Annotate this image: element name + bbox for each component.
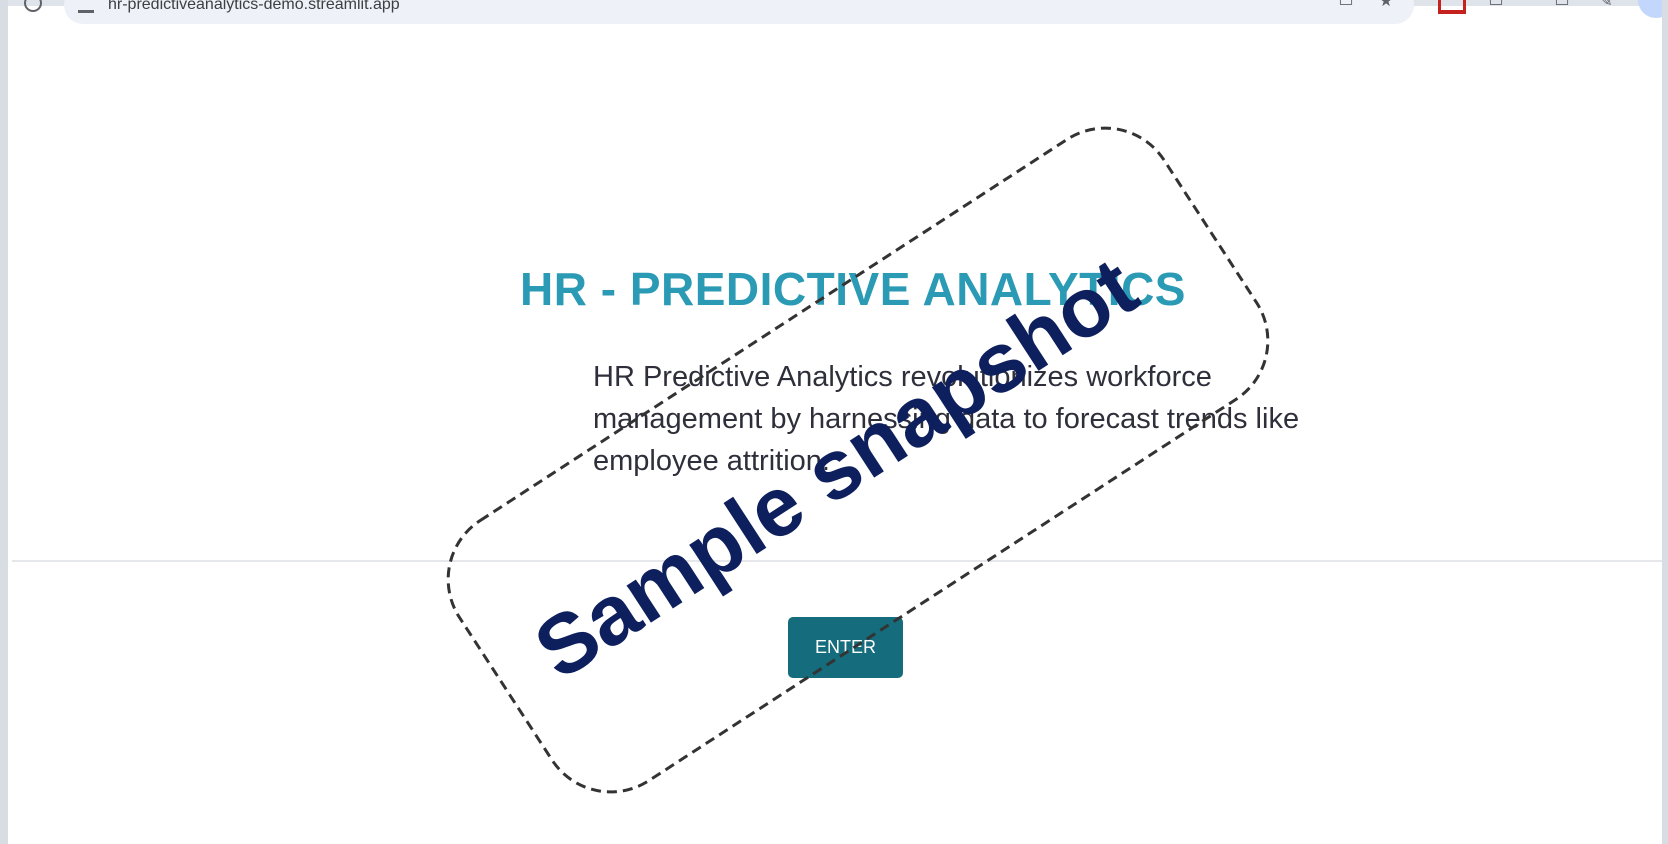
site-info-icon[interactable] <box>78 2 94 13</box>
tab-icon[interactable]: ▭ <box>1488 0 1504 10</box>
app-window: hr-predictiveanalytics-demo.streamlit.ap… <box>8 0 1662 844</box>
address-bar[interactable]: hr-predictiveanalytics-demo.streamlit.ap… <box>64 0 1414 24</box>
puzzle-icon[interactable]: ✎ <box>1598 0 1614 10</box>
download-icon[interactable]: ▭ <box>1554 0 1570 10</box>
divider <box>12 560 1662 562</box>
bookmark-star-icon[interactable]: ★ <box>1378 0 1394 10</box>
page-title: HR - PREDICTIVE ANALYTICS <box>520 263 1186 315</box>
url-text[interactable]: hr-predictiveanalytics-demo.streamlit.ap… <box>108 0 400 14</box>
cast-icon[interactable]: ▭ <box>1338 0 1354 10</box>
extension-icon[interactable] <box>1438 0 1466 14</box>
browser-toolbar: hr-predictiveanalytics-demo.streamlit.ap… <box>8 0 1662 26</box>
app-description: HR Predictive Analytics revolutionizes w… <box>593 361 1300 477</box>
enter-button[interactable]: ENTER <box>788 617 903 678</box>
profile-avatar-icon[interactable] <box>1638 0 1662 18</box>
reload-icon[interactable] <box>24 0 42 12</box>
